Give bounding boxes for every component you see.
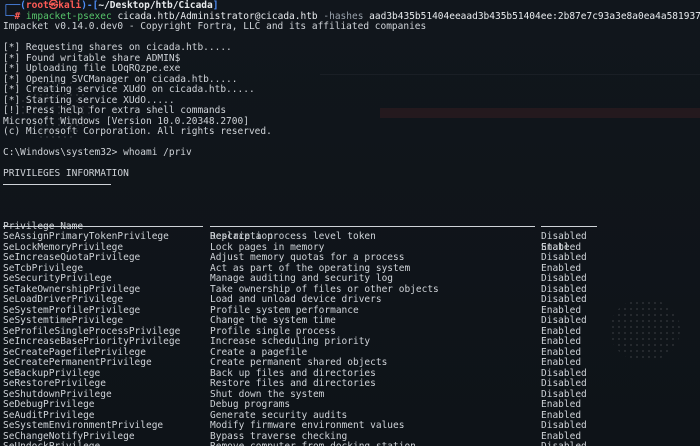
privilege-cell: SeUndockPrivilege (3, 441, 100, 446)
state-cell: Disabled (541, 231, 587, 242)
table-row: SeLoadDriverPrivilege Load and unload dev… (3, 294, 700, 306)
command-flag: -hashes (323, 10, 364, 22)
state-cell: Disabled (541, 315, 587, 326)
privilege-cell: SeSecurityPrivilege (3, 273, 112, 284)
description-cell: Adjust memory quotas for a process (210, 252, 405, 263)
prompt-symbol: # (14, 10, 21, 22)
state-cell: Disabled (541, 378, 587, 389)
table-row: SeCreatePermanentPrivilege Create permane… (3, 357, 700, 369)
state-cell: Enabled (541, 399, 582, 410)
output-line: [*] Creating service XUdO on cicada.htb.… (3, 84, 255, 95)
prompt-bracket-close: ] (212, 0, 219, 11)
table-row: SeShutdownPrivilege Shut down the system D… (3, 389, 700, 401)
description-cell: Load and unload device drivers (210, 294, 382, 305)
prompt-user: root (25, 0, 49, 11)
privileges-table: SeAssignPrimaryTokenPrivilege Replace a p… (3, 231, 700, 446)
command-output: Impacket v0.14.0.dev0 - Copyright Fortra… (3, 21, 700, 180)
description-cell: Debug programs (210, 399, 291, 410)
privilege-cell: SeIncreaseQuotaPrivilege (3, 252, 141, 263)
output-line: [*] Uploading file LOqRQzpe.exe (3, 63, 181, 74)
table-header-row: Privilege Name Description State (3, 211, 700, 252)
output-line: [!] Press help for extra shell commands (3, 105, 227, 116)
prompt-path: ~/Desktop/htb/Cicada (98, 0, 213, 11)
description-cell: Replace a process level token (210, 231, 376, 242)
privilege-cell: SeSystemtimePrivilege (3, 315, 124, 326)
terminal-window[interactable]: ┌──(root㉿kali)-[~/Desktop/htb/Cicada] └─… (0, 0, 700, 446)
table-row: SeSecurityPrivilege Manage auditing and s… (3, 273, 700, 285)
description-cell: Create permanent shared objects (210, 357, 388, 368)
state-cell: Enabled (541, 336, 582, 347)
output-line: PRIVILEGES INFORMATION (3, 168, 129, 179)
command-target: cicada.htb/Administrator@cicada.htb (117, 10, 318, 22)
state-cell: Disabled (541, 441, 587, 446)
privileges-heading-underline (3, 180, 700, 191)
command-name: impacket-psexec (25, 10, 112, 22)
state-cell: Disabled (541, 273, 587, 284)
table-row: SeIncreaseBasePriorityPrivilege Increase … (3, 336, 700, 348)
description-cell: Increase scheduling priority (210, 336, 371, 347)
prompt-host: kali (58, 0, 82, 11)
table-row: SeIncreaseQuotaPrivilege Adjust memory qu… (3, 252, 700, 264)
description-cell: Manage auditing and security log (210, 273, 394, 284)
privilege-cell: SeSystemEnvironmentPrivilege (3, 420, 164, 431)
description-cell: Modify firmware environment values (210, 420, 405, 431)
state-cell: Enabled (541, 357, 582, 368)
prompt-bracket-open: ┌──( (3, 0, 26, 11)
privilege-cell: SeAssignPrimaryTokenPrivilege (3, 231, 169, 242)
output-line: C:\Windows\system32> whoami /priv (3, 147, 192, 158)
table-row: SeUndockPrivilege Remove computer from do… (3, 441, 700, 446)
output-line: [*] Requesting shares on cicada.htb..... (3, 42, 232, 53)
state-cell: Disabled (541, 294, 587, 305)
privilege-cell: SeLoadDriverPrivilege (3, 294, 124, 305)
table-row: SeRestorePrivilege Restore files and dire… (3, 378, 700, 390)
privilege-cell: SeCreatePermanentPrivilege (3, 357, 152, 368)
state-cell: Disabled (541, 252, 587, 263)
description-cell: Change the system time (210, 315, 336, 326)
prompt-bracket-mid: )-[ (81, 0, 99, 11)
privilege-cell: SeIncreaseBasePriorityPrivilege (3, 336, 181, 347)
table-row: SeDebugPrivilege Debug programs Enabled (3, 399, 700, 411)
command-hash: aad3b435b51404eeaad3b435b51404ee:2b87e7c… (369, 10, 700, 22)
description-cell: Remove computer from docking station (210, 441, 416, 446)
state-cell: Disabled (541, 420, 587, 431)
description-cell: Restore files and directories (210, 378, 376, 389)
output-line: (c) Microsoft Corporation. All rights re… (3, 126, 272, 137)
table-row: SeAssignPrimaryTokenPrivilege Replace a p… (3, 231, 700, 243)
terminal-output: ┌──(root㉿kali)-[~/Desktop/htb/Cicada] └─… (3, 0, 700, 446)
prompt-at-symbol: ㉿ (48, 0, 59, 11)
table-row: SeSystemEnvironmentPrivilege Modify firmw… (3, 420, 700, 432)
output-line: Impacket v0.14.0.dev0 - Copyright Fortra… (3, 21, 427, 32)
prompt-marker: └─ (3, 10, 15, 22)
table-row: SeSystemtimePrivilege Change the system t… (3, 315, 700, 327)
privilege-cell: SeDebugPrivilege (3, 399, 95, 410)
privilege-cell: SeRestorePrivilege (3, 378, 106, 389)
